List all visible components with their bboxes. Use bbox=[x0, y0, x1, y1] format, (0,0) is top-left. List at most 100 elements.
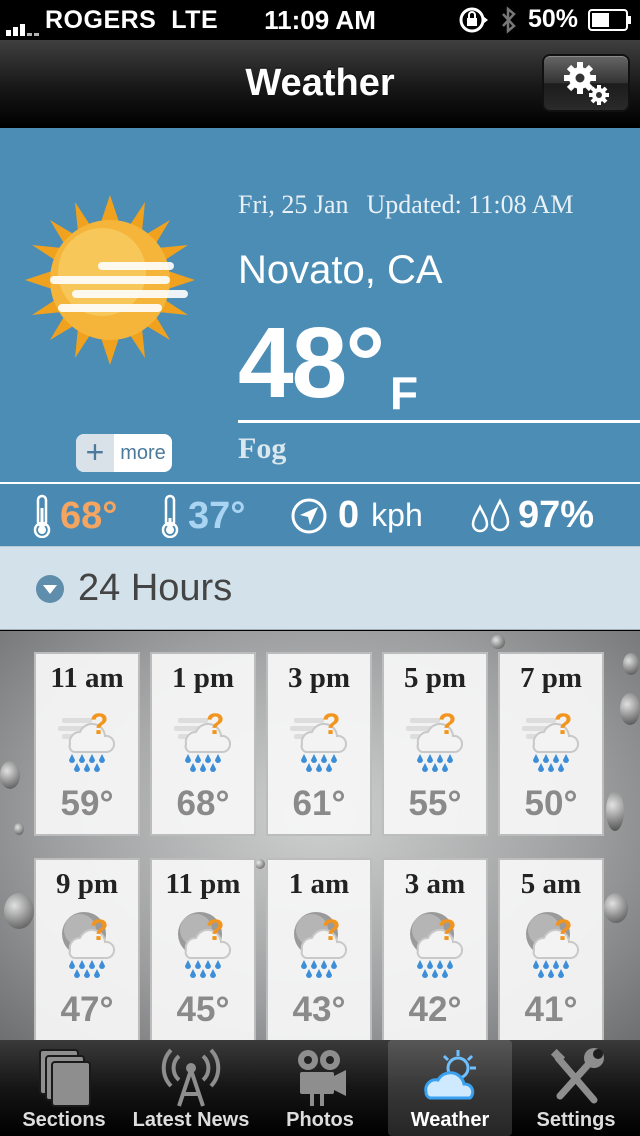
rain-drop bbox=[4, 893, 34, 929]
forecast-time: 3 am bbox=[404, 868, 466, 900]
more-label: more bbox=[120, 441, 166, 464]
tab-label: Latest News bbox=[132, 1109, 250, 1131]
humidity-value: 97% bbox=[518, 494, 595, 536]
svg-text:?: ? bbox=[554, 914, 572, 947]
chevron-down-icon bbox=[36, 575, 64, 603]
forecast-time: 7 pm bbox=[519, 662, 583, 694]
navigation-bar: Weather bbox=[0, 40, 640, 128]
tab-latest-news[interactable]: Latest News bbox=[129, 1040, 253, 1136]
stats-row: 68° 37° 0 kph 97% bbox=[0, 482, 640, 546]
compass-arrow-icon bbox=[291, 498, 327, 533]
wind: 0 kph bbox=[290, 494, 423, 537]
weather-icon bbox=[424, 1050, 476, 1100]
rain-drop bbox=[620, 693, 640, 725]
condition-text: Fog bbox=[238, 432, 287, 465]
forecast-time: 1 am bbox=[288, 868, 350, 900]
night-rain-unknown-icon: ? bbox=[404, 908, 468, 983]
forecast-card[interactable]: 1 am? 43° bbox=[266, 858, 372, 1041]
wind-value: 0 bbox=[338, 494, 360, 536]
battery-icon bbox=[588, 8, 631, 31]
date-line: Fri, 25 Jan Updated: 11:08 AM bbox=[238, 190, 574, 220]
forecast-card[interactable]: 3 am? 42° bbox=[382, 858, 488, 1041]
night-rain-unknown-icon: ? bbox=[520, 908, 584, 983]
svg-text:?: ? bbox=[438, 708, 456, 741]
forecast-temp: 45° bbox=[176, 990, 230, 1029]
broadcast-tower-icon bbox=[161, 1048, 221, 1107]
forecast-time: 1 pm bbox=[171, 662, 235, 694]
night-rain-unknown-icon: ? bbox=[56, 908, 120, 983]
forecast-temp: 42° bbox=[408, 990, 462, 1029]
rain-unknown-icon: ? bbox=[520, 702, 584, 777]
rain-drop bbox=[606, 791, 624, 831]
rain-drop bbox=[604, 893, 628, 923]
camera-icon bbox=[298, 1050, 346, 1106]
night-rain-unknown-icon: ? bbox=[172, 908, 236, 983]
divider bbox=[238, 420, 640, 423]
current-date: Fri, 25 Jan bbox=[238, 190, 349, 219]
forecast-card[interactable]: 3 pm? 61° bbox=[266, 652, 372, 836]
sun-fog-icon bbox=[25, 195, 195, 365]
tab-weather[interactable]: Weather bbox=[388, 1040, 512, 1136]
tab-sections[interactable]: Sections bbox=[2, 1040, 126, 1136]
svg-text:?: ? bbox=[322, 914, 340, 947]
forecast-temp: 50° bbox=[524, 784, 578, 823]
hours-label: 24 Hours bbox=[78, 567, 233, 609]
svg-text:?: ? bbox=[90, 914, 108, 947]
humidity: 97% bbox=[470, 494, 594, 537]
tools-icon bbox=[550, 1048, 604, 1104]
svg-text:?: ? bbox=[554, 708, 572, 741]
svg-text:?: ? bbox=[206, 914, 224, 947]
plus-icon: + bbox=[76, 434, 114, 472]
tab-settings[interactable]: Settings bbox=[514, 1040, 638, 1136]
rain-drop bbox=[0, 761, 20, 789]
rain-drop bbox=[14, 823, 24, 835]
forecast-temp: 61° bbox=[292, 784, 346, 823]
bluetooth-icon bbox=[502, 5, 516, 34]
high-temp-value: 68° bbox=[60, 494, 118, 537]
forecast-temp: 68° bbox=[176, 784, 230, 823]
svg-text:?: ? bbox=[438, 914, 456, 947]
forecast-temp: 43° bbox=[292, 990, 346, 1029]
high-temp: 68° bbox=[30, 494, 117, 538]
forecast-time: 3 pm bbox=[287, 662, 351, 694]
forecast-card[interactable]: 5 am? 41° bbox=[498, 858, 604, 1041]
forecast-card[interactable]: 11 am? 59° bbox=[34, 652, 140, 836]
thermometer-icon bbox=[161, 494, 179, 538]
water-drops-icon bbox=[471, 497, 510, 532]
svg-text:?: ? bbox=[206, 708, 224, 741]
svg-text:?: ? bbox=[322, 708, 340, 741]
svg-text:?: ? bbox=[90, 708, 108, 741]
tab-label: Settings bbox=[536, 1109, 616, 1131]
forecast-time: 5 pm bbox=[403, 662, 467, 694]
rain-unknown-icon: ? bbox=[404, 702, 468, 777]
forecast-card[interactable]: 1 pm? 68° bbox=[150, 652, 256, 836]
hourly-forecast: 11 am? 59° 1 pm? 68° 3 pm? 61° 5 pm? 55° 7 p… bbox=[0, 631, 640, 1041]
tab-photos[interactable]: Photos bbox=[258, 1040, 382, 1136]
forecast-card[interactable]: 9 pm? 47° bbox=[34, 858, 140, 1041]
forecast-time: 11 pm bbox=[165, 868, 241, 900]
forecast-temp: 59° bbox=[60, 784, 114, 823]
forecast-card[interactable]: 5 pm? 55° bbox=[382, 652, 488, 836]
settings-button[interactable] bbox=[542, 54, 630, 112]
rain-drop bbox=[623, 653, 639, 675]
rain-drop bbox=[491, 635, 505, 649]
current-temperature: 48° bbox=[238, 307, 385, 419]
rotation-lock-icon bbox=[459, 7, 488, 32]
hours-toggle[interactable]: 24 Hours bbox=[0, 546, 640, 630]
updated-time: Updated: 11:08 AM bbox=[366, 190, 574, 219]
forecast-card[interactable]: 11 pm? 45° bbox=[150, 858, 256, 1041]
low-temp-value: 37° bbox=[188, 494, 246, 537]
thermometer-icon bbox=[33, 494, 51, 538]
forecast-temp: 55° bbox=[408, 784, 462, 823]
status-bar: ROGERS LTE 11:09 AM 50% bbox=[0, 0, 640, 40]
current-conditions: + more Fri, 25 Jan Updated: 11:08 AM Nova… bbox=[0, 128, 640, 482]
rain-unknown-icon: ? bbox=[288, 702, 352, 777]
low-temp: 37° bbox=[158, 494, 245, 538]
more-button[interactable]: + more bbox=[76, 434, 172, 472]
temperature-unit: F bbox=[390, 367, 419, 419]
forecast-card[interactable]: 7 pm? 50° bbox=[498, 652, 604, 836]
gears-icon bbox=[564, 62, 609, 105]
rain-drop bbox=[255, 859, 265, 869]
rain-unknown-icon: ? bbox=[172, 702, 236, 777]
sections-icon bbox=[39, 1049, 91, 1107]
